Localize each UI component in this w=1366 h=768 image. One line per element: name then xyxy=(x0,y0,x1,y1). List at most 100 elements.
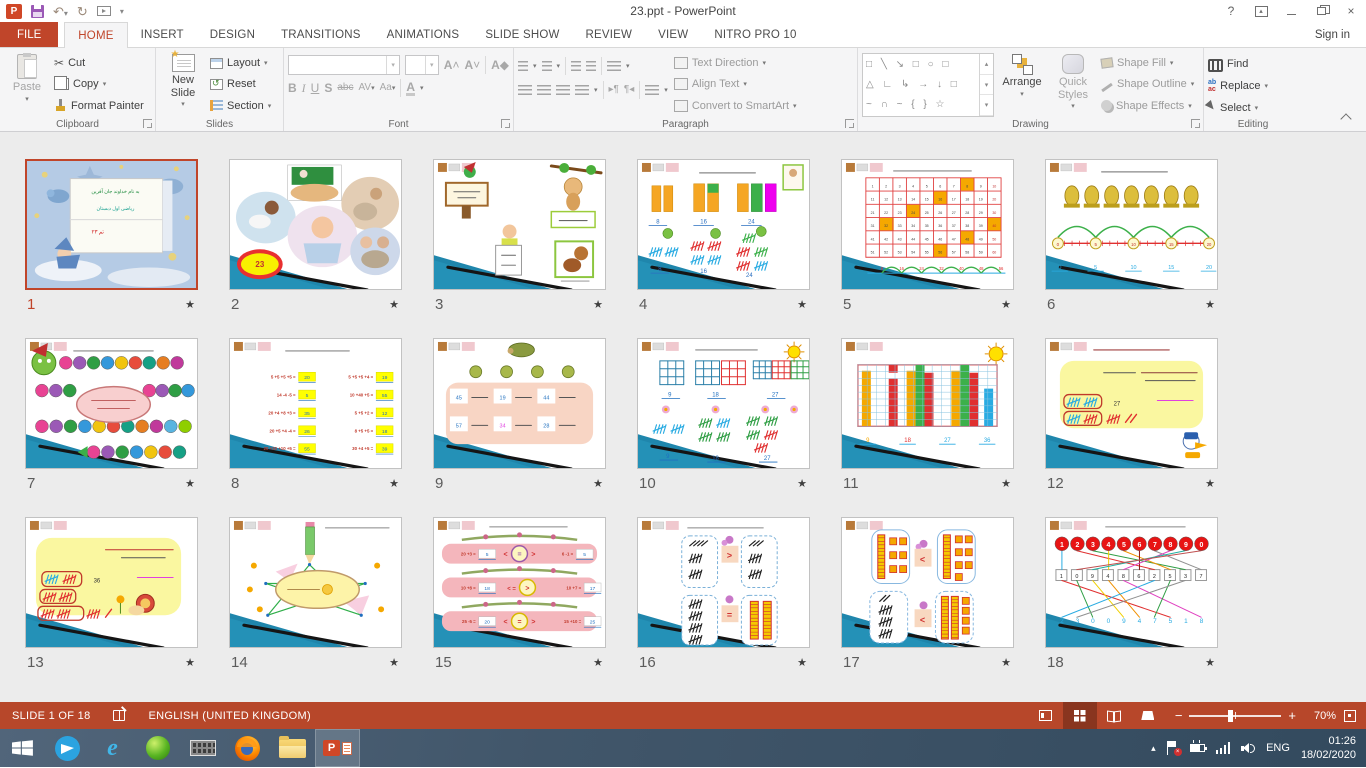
text-shadow-icon[interactable]: S xyxy=(324,82,332,94)
align-text-button[interactable]: Align Text▾ xyxy=(674,74,797,94)
tab-home[interactable]: HOME xyxy=(64,22,127,48)
animation-star-icon[interactable]: ★ xyxy=(797,656,807,669)
tab-design[interactable]: DESIGN xyxy=(197,22,268,48)
italic-icon[interactable]: I xyxy=(302,82,306,94)
columns-icon[interactable] xyxy=(645,85,659,96)
action-center-flag-icon[interactable]: × xyxy=(1167,741,1179,755)
slide-thumbnail[interactable]: >= xyxy=(637,517,810,648)
slide-thumbnail[interactable]: 27 xyxy=(1045,338,1218,469)
underline-icon[interactable]: U xyxy=(311,82,320,94)
spell-check-icon[interactable] xyxy=(113,710,125,721)
slide-thumbnail[interactable]: 0510152005101520 xyxy=(1045,159,1218,290)
start-button[interactable] xyxy=(0,729,45,767)
tab-insert[interactable]: INSERT xyxy=(128,22,197,48)
animation-star-icon[interactable]: ★ xyxy=(593,656,603,669)
animation-star-icon[interactable]: ★ xyxy=(593,298,603,311)
zoom-slider[interactable] xyxy=(1189,715,1281,717)
tab-slide-show[interactable]: SLIDE SHOW xyxy=(472,22,572,48)
align-left-icon[interactable] xyxy=(518,85,532,96)
animation-star-icon[interactable]: ★ xyxy=(1205,298,1215,311)
animation-star-icon[interactable]: ★ xyxy=(1001,656,1011,669)
input-language-indicator[interactable]: ENG xyxy=(1266,742,1290,754)
zoom-in-button[interactable]: + xyxy=(1288,708,1296,723)
zoom-slider-thumb[interactable] xyxy=(1228,710,1233,722)
slide-thumbnail[interactable]: به نام خداوند جان آفرینریاضی اول دبستانت… xyxy=(25,159,198,290)
line-spacing-icon[interactable] xyxy=(607,61,621,72)
animation-star-icon[interactable]: ★ xyxy=(389,656,399,669)
animation-star-icon[interactable]: ★ xyxy=(389,298,399,311)
shape-fill-button[interactable]: Shape Fill▾ xyxy=(1101,53,1194,73)
ltr-direction-icon[interactable]: ▸¶ xyxy=(609,85,619,95)
sign-in-link[interactable]: Sign in xyxy=(1315,22,1366,48)
animation-star-icon[interactable]: ★ xyxy=(185,298,195,311)
arrange-button[interactable]: Arrange ▾ xyxy=(999,51,1045,116)
battery-icon[interactable] xyxy=(1190,744,1205,752)
slide-thumbnail[interactable]: 1234567891011121314151617181920212223242… xyxy=(841,159,1014,290)
taskbar-green-app-button[interactable] xyxy=(135,729,180,767)
slide-thumbnail[interactable]: 9182791827 xyxy=(637,338,810,469)
convert-to-smartart-button[interactable]: Convert to SmartArt▾ xyxy=(674,96,797,116)
tray-expand-icon[interactable]: ▴ xyxy=(1151,743,1156,754)
volume-icon[interactable] xyxy=(1241,742,1255,754)
start-slideshow-icon[interactable] xyxy=(97,6,111,16)
animation-star-icon[interactable]: ★ xyxy=(185,656,195,669)
slide-sorter-view-button[interactable] xyxy=(1063,702,1097,729)
font-color-icon[interactable]: A xyxy=(406,81,415,96)
section-button[interactable]: Section▾ xyxy=(210,96,271,116)
paste-button[interactable]: Paste ▾ xyxy=(4,51,50,116)
customize-qat-icon[interactable]: ▾ xyxy=(120,7,124,16)
align-center-icon[interactable] xyxy=(537,85,551,96)
taskbar-firefox-button[interactable] xyxy=(225,729,270,767)
clock[interactable]: 01:26 18/02/2020 xyxy=(1301,734,1356,763)
animation-star-icon[interactable]: ★ xyxy=(1001,298,1011,311)
taskbar-keyboard-button[interactable] xyxy=(180,729,225,767)
cut-button[interactable]: ✂Cut xyxy=(54,53,144,73)
tab-transitions[interactable]: TRANSITIONS xyxy=(268,22,374,48)
animation-star-icon[interactable]: ★ xyxy=(797,477,807,490)
taskbar-internet-explorer-button[interactable]: e xyxy=(90,729,135,767)
animation-star-icon[interactable]: ★ xyxy=(1001,477,1011,490)
tab-nitro-pro-10[interactable]: NITRO PRO 10 xyxy=(701,22,809,48)
find-button[interactable]: Find xyxy=(1208,53,1298,74)
taskbar-file-explorer-button[interactable] xyxy=(270,729,315,767)
shape-outline-button[interactable]: Shape Outline▾ xyxy=(1101,74,1194,94)
slide-thumbnail[interactable] xyxy=(229,517,402,648)
tab-animations[interactable]: ANIMATIONS xyxy=(374,22,473,48)
tab-view[interactable]: VIEW xyxy=(645,22,701,48)
shapes-gallery[interactable]: □ ╲ ↘ □ ○ □ △ ∟ ↳ → ↓ □ ~ ∩ ~ { } ☆ ▴ ▾ … xyxy=(862,53,994,117)
slide-thumbnail[interactable]: 20 +3 =5=<>6 -1 =510 +8 =18>< =10 +7 =17… xyxy=(433,517,606,648)
decrease-indent-icon[interactable] xyxy=(571,61,581,72)
animation-star-icon[interactable]: ★ xyxy=(797,298,807,311)
quick-styles-button[interactable]: Quick Styles ▾ xyxy=(1050,51,1096,116)
slide-thumbnail[interactable]: << xyxy=(841,517,1014,648)
redo-icon[interactable]: ↻ xyxy=(77,5,88,18)
animation-star-icon[interactable]: ★ xyxy=(1205,656,1215,669)
rtl-direction-icon[interactable]: ¶◂ xyxy=(624,85,634,95)
slide-thumbnail[interactable]: 9182736 xyxy=(841,338,1014,469)
new-slide-button[interactable]: New Slide ▾ xyxy=(160,51,206,116)
slide-thumbnail[interactable] xyxy=(25,338,198,469)
animation-star-icon[interactable]: ★ xyxy=(593,477,603,490)
slide-thumbnail[interactable]: 5 +5 +5 +5 =2014 -4 -5 =520 +4 +8 +3 =35… xyxy=(229,338,402,469)
drawing-dialog-launcher[interactable] xyxy=(1191,119,1200,128)
minimize-button[interactable] xyxy=(1276,1,1306,21)
slide-thumbnail[interactable]: 451944573428 xyxy=(433,338,606,469)
paragraph-dialog-launcher[interactable] xyxy=(845,119,854,128)
close-button[interactable]: × xyxy=(1336,1,1366,21)
tab-review[interactable]: REVIEW xyxy=(573,22,646,48)
shapes-scroll-up-icon[interactable]: ▴ xyxy=(980,54,993,75)
shapes-scroll-down-icon[interactable]: ▾ xyxy=(980,75,993,96)
font-dialog-launcher[interactable] xyxy=(501,119,510,128)
undo-icon[interactable]: ↶▾ xyxy=(53,5,68,18)
animation-star-icon[interactable]: ★ xyxy=(1205,477,1215,490)
slideshow-view-button[interactable] xyxy=(1131,702,1165,729)
animation-star-icon[interactable]: ★ xyxy=(185,477,195,490)
shape-effects-button[interactable]: Shape Effects▾ xyxy=(1101,96,1194,116)
replace-button[interactable]: abacReplace▾ xyxy=(1208,75,1298,96)
zoom-percentage[interactable]: 70% xyxy=(1302,710,1336,722)
copy-button[interactable]: Copy▾ xyxy=(54,74,144,94)
restore-button[interactable] xyxy=(1306,1,1336,21)
tab-file[interactable]: FILE xyxy=(0,22,58,48)
numbering-icon[interactable] xyxy=(542,61,552,72)
zoom-out-button[interactable]: − xyxy=(1175,708,1183,723)
